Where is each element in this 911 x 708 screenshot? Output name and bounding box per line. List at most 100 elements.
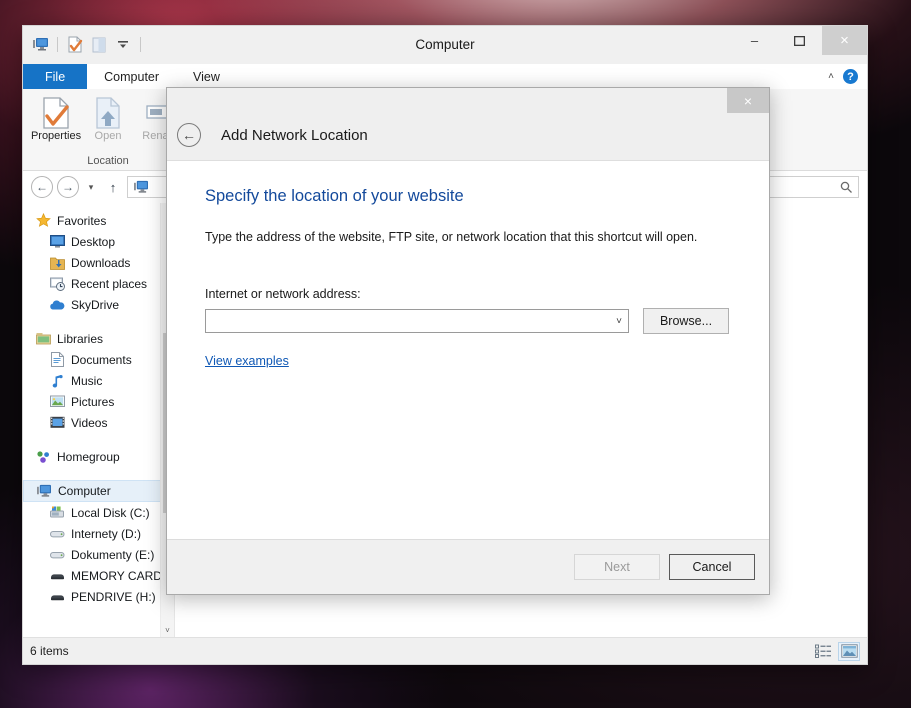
dialog-header: ← Add Network Location ×: [167, 88, 769, 160]
star-icon: [35, 213, 51, 229]
details-view-button[interactable]: [812, 642, 834, 661]
computer-icon: [36, 483, 52, 499]
downloads-icon: [49, 255, 65, 271]
address-field-label: Internet or network address:: [205, 287, 361, 301]
view-examples-link[interactable]: View examples: [205, 354, 289, 368]
homegroup-icon: [35, 449, 51, 465]
sidebar-label: SkyDrive: [71, 297, 120, 312]
computer-icon[interactable]: [29, 34, 51, 56]
recent-places-icon: [49, 276, 65, 292]
search-input[interactable]: [763, 176, 859, 198]
properties-icon: [41, 96, 71, 130]
open-icon[interactable]: [88, 34, 110, 56]
sidebar-item-recent-places[interactable]: Recent places: [23, 273, 174, 294]
sidebar-item-pictures[interactable]: Pictures: [23, 391, 174, 412]
next-button[interactable]: Next: [574, 554, 660, 580]
system-drive-icon: [49, 505, 65, 521]
videos-icon: [49, 415, 65, 431]
sidebar-label: Local Disk (C:): [71, 505, 150, 520]
ribbon-right-tools: ˄ ?: [828, 64, 867, 89]
open-button-label: Open: [94, 130, 122, 142]
libraries-icon: [35, 331, 51, 347]
status-bar: 6 items: [23, 637, 867, 664]
sidebar-item-downloads[interactable]: Downloads: [23, 252, 174, 273]
browse-button[interactable]: Browse...: [643, 308, 729, 334]
sidebar-label: Desktop: [71, 234, 116, 249]
sidebar-label: Pictures: [71, 394, 115, 409]
scroll-down-arrow-icon[interactable]: ˅: [161, 623, 174, 637]
toolbar-separator-2: [140, 37, 141, 52]
tab-file[interactable]: File: [23, 64, 88, 89]
customize-dropdown-icon[interactable]: [112, 34, 134, 56]
dialog-back-button[interactable]: ←: [177, 123, 201, 147]
sidebar-item-internety-d[interactable]: Internety (D:): [23, 523, 174, 544]
ribbon-group-label: Location: [87, 155, 129, 167]
large-icons-view-button[interactable]: [838, 641, 860, 661]
properties-icon[interactable]: [64, 34, 86, 56]
sidebar-group-favorites[interactable]: Favorites: [23, 210, 174, 231]
computer-icon: [133, 180, 149, 194]
toolbar-separator: [57, 37, 58, 52]
properties-button-label: Properties: [30, 130, 82, 142]
sidebar-item-local-disk-c[interactable]: Local Disk (C:): [23, 502, 174, 523]
open-button[interactable]: Open: [83, 93, 133, 142]
sidebar-item-music[interactable]: Music: [23, 370, 174, 391]
cancel-button[interactable]: Cancel: [669, 554, 755, 580]
sidebar-item-documents[interactable]: Documents: [23, 349, 174, 370]
sidebar-label: Documents: [71, 352, 132, 367]
sidebar-label: Libraries: [57, 331, 104, 346]
up-button[interactable]: ↑: [103, 180, 123, 195]
forward-button[interactable]: →: [57, 176, 79, 198]
sidebar-label: Homegroup: [57, 449, 120, 464]
sidebar-item-pendrive-h[interactable]: PENDRIVE (H:): [23, 586, 174, 607]
open-icon: [94, 96, 122, 130]
sidebar-label: Computer: [58, 484, 111, 498]
quick-access-toolbar: [23, 34, 145, 56]
sidebar-label: MEMORY CARD: [71, 568, 162, 583]
sidebar-item-computer[interactable]: Computer: [23, 480, 174, 502]
dialog-title: Add Network Location: [221, 126, 368, 144]
desktop-icon: [49, 234, 65, 250]
drive-icon: [49, 526, 65, 542]
chevron-down-icon[interactable]: ˅: [616, 316, 622, 327]
maximize-button[interactable]: [777, 26, 822, 55]
sidebar-label: Music: [71, 373, 103, 388]
sidebar-label: Videos: [71, 415, 108, 430]
title-bar: Computer – ×: [23, 26, 867, 64]
sidebar-item-desktop[interactable]: Desktop: [23, 231, 174, 252]
skydrive-icon: [49, 297, 65, 313]
history-dropdown-icon[interactable]: ▾: [83, 182, 99, 193]
sidebar-label: Downloads: [71, 255, 131, 270]
chevron-up-icon[interactable]: ˄: [828, 71, 834, 82]
help-icon[interactable]: ?: [843, 69, 858, 84]
properties-button[interactable]: Properties: [31, 93, 81, 142]
sidebar-label: Internety (D:): [71, 526, 142, 541]
documents-icon: [49, 352, 65, 368]
sidebar-label: PENDRIVE (H:): [71, 589, 156, 604]
sidebar-item-dokumenty-e[interactable]: Dokumenty (E:): [23, 544, 174, 565]
tab-computer[interactable]: Computer: [87, 64, 177, 89]
sidebar-item-videos[interactable]: Videos: [23, 412, 174, 433]
minimize-button[interactable]: –: [732, 26, 777, 55]
window-controls: – ×: [732, 26, 867, 63]
close-button[interactable]: ×: [822, 26, 867, 55]
tab-view[interactable]: View: [176, 64, 237, 89]
search-icon: [840, 181, 853, 194]
add-network-location-dialog: ← Add Network Location × Specify the loc…: [166, 87, 770, 595]
dialog-close-button[interactable]: ×: [727, 88, 769, 113]
network-address-input[interactable]: ˅: [205, 309, 629, 333]
sidebar-item-memory-card[interactable]: MEMORY CARD: [23, 565, 174, 586]
drive-icon: [49, 547, 65, 563]
music-icon: [49, 373, 65, 389]
back-button[interactable]: ←: [31, 176, 53, 198]
address-field-row: ˅ Browse...: [205, 308, 731, 334]
sidebar-item-skydrive[interactable]: SkyDrive: [23, 294, 174, 315]
dialog-body: Specify the location of your website Typ…: [167, 160, 769, 539]
sidebar-label: Recent places: [71, 276, 148, 291]
sidebar-group-homegroup[interactable]: Homegroup: [23, 446, 174, 467]
navigation-pane: Favorites Desktop Downloads Recent place…: [23, 203, 175, 637]
sidebar-group-libraries[interactable]: Libraries: [23, 328, 174, 349]
item-count-label: 6 items: [30, 644, 69, 658]
